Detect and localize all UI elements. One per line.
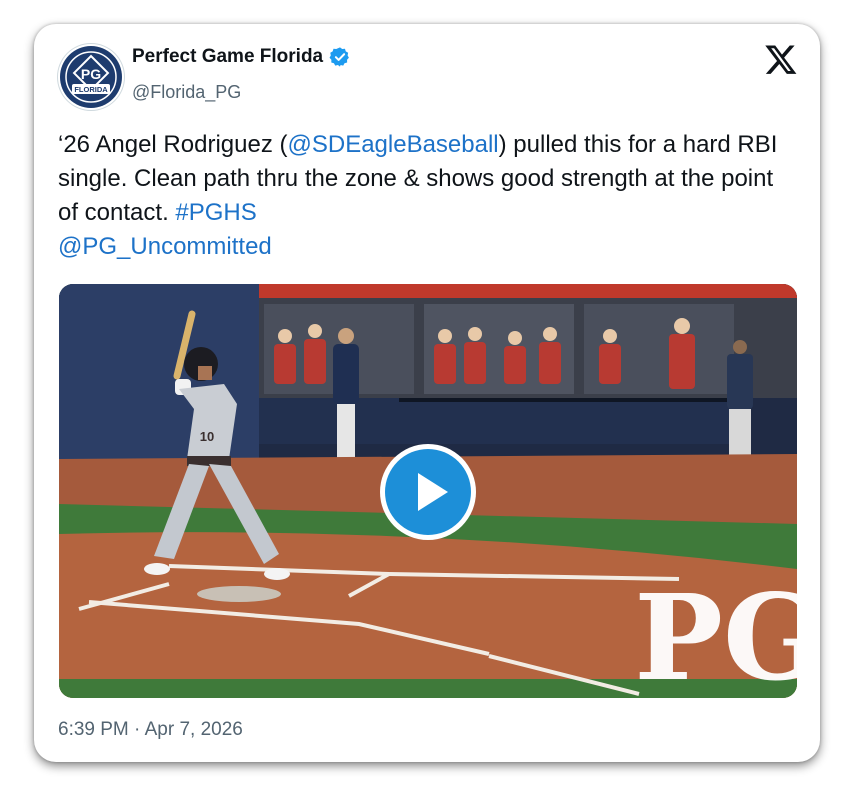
play-button[interactable] [380,444,476,540]
avatar-badge-text: FLORIDA [74,85,108,94]
verified-badge-icon [329,47,350,67]
pg-watermark: PG [634,568,797,698]
mention-link[interactable]: @SDEagleBaseball [287,131,498,158]
tweet-text-part1: ‘26 Angel Rodriguez ( [58,131,288,158]
play-icon [418,473,448,511]
author-avatar[interactable]: PG FLORIDA [58,44,124,110]
avatar-monogram: PG [81,66,101,82]
tweet-card: PG FLORIDA Perfect Game Florida @Florida… [34,24,820,762]
tweet-timestamp[interactable]: 6:39 PM · Apr 7, 2026 [58,719,243,741]
author-name[interactable]: Perfect Game Florida [132,46,323,68]
mention-link-2[interactable]: @PG_Uncommitted [58,233,272,260]
play-button-circle [385,449,471,535]
jersey-number: 10 [200,429,214,444]
hashtag-link[interactable]: #PGHS [175,199,256,226]
x-logo-icon[interactable] [764,42,798,76]
tweet-text: ‘26 Angel Rodriguez (@SDEagleBaseball) p… [58,128,798,264]
author-name-row: Perfect Game Florida [132,46,351,68]
pg-florida-logo: PG FLORIDA [60,46,122,108]
video-player[interactable]: 10 PG [59,284,797,698]
author-handle[interactable]: @Florida_PG [132,82,241,103]
